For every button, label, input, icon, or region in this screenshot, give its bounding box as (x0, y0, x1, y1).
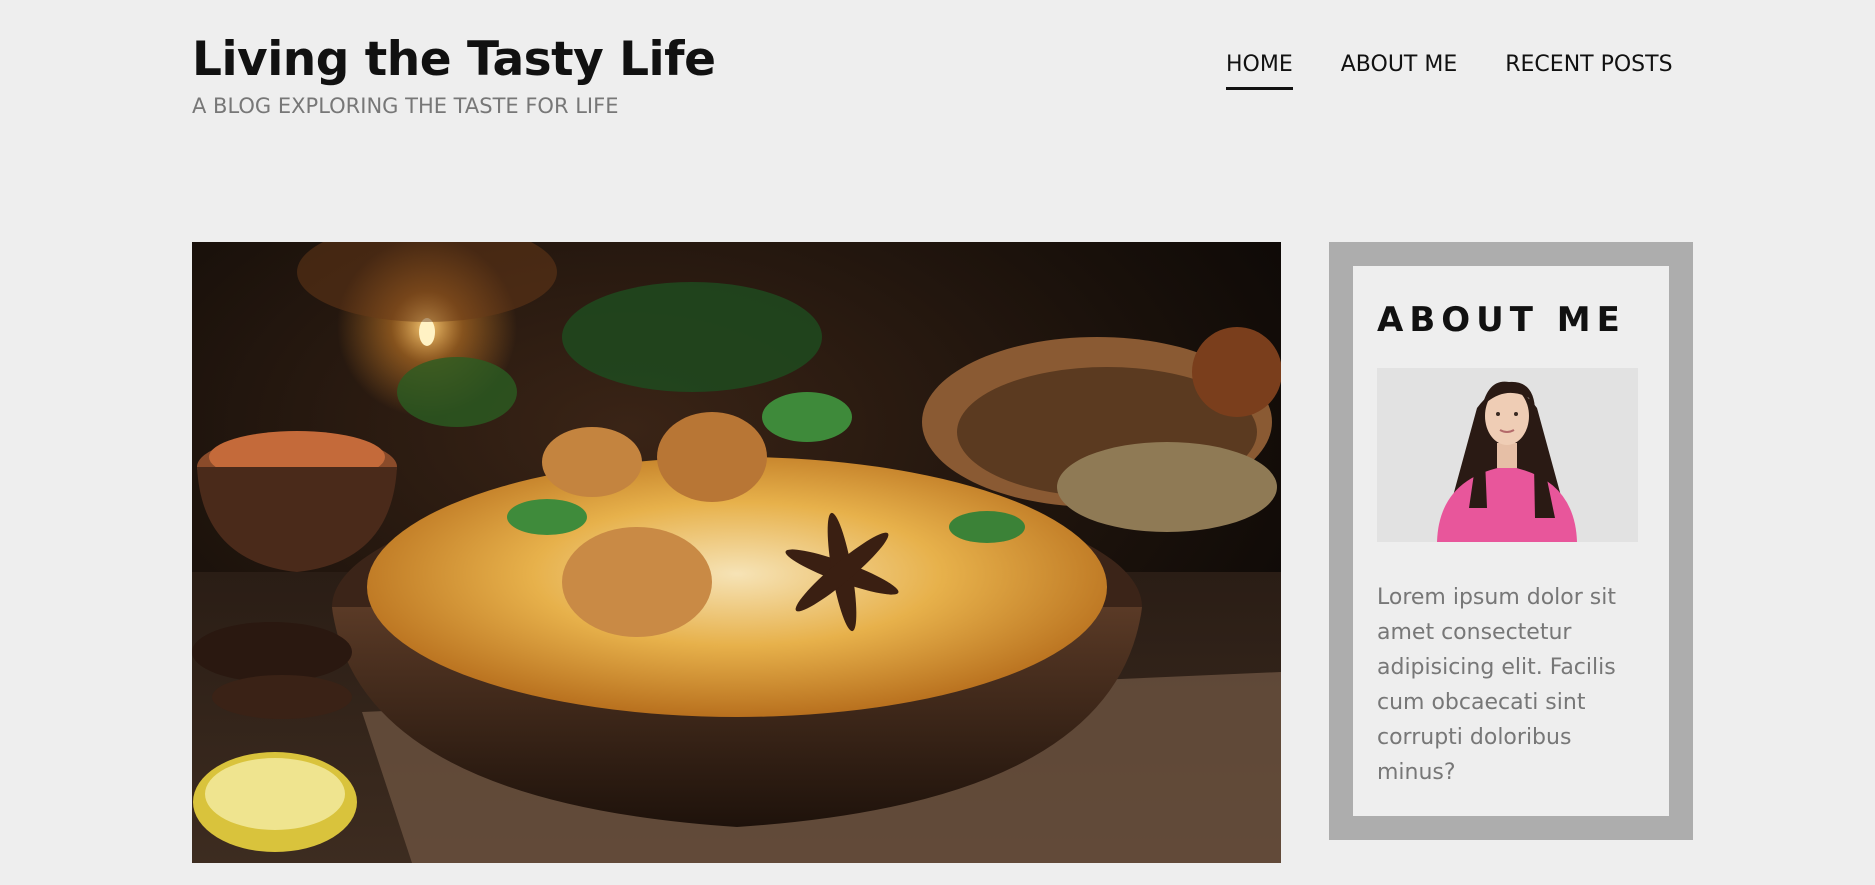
nav-item-recent-posts[interactable]: RECENT POSTS (1505, 52, 1672, 90)
nav-item-about-me[interactable]: ABOUT ME (1341, 52, 1458, 90)
about-me-widget: ABOUT ME Lorem ipsum dolor sit amet cons… (1329, 242, 1693, 840)
about-me-text: Lorem ipsum dolor sit amet consectetur a… (1377, 585, 1616, 785)
nav-item-home[interactable]: HOME (1226, 52, 1293, 90)
about-me-heading: ABOUT ME (1377, 300, 1626, 340)
site-title[interactable]: Living the Tasty Life (192, 30, 716, 90)
about-me-card: ABOUT ME Lorem ipsum dolor sit amet cons… (1353, 266, 1669, 816)
author-photo (1377, 368, 1638, 542)
hero-image-biryani-bowl (192, 242, 1281, 863)
site-tagline: A BLOG EXPLORING THE TASTE FOR LIFE (192, 94, 619, 118)
main-nav: HOME ABOUT ME RECENT POSTS (1226, 52, 1673, 90)
